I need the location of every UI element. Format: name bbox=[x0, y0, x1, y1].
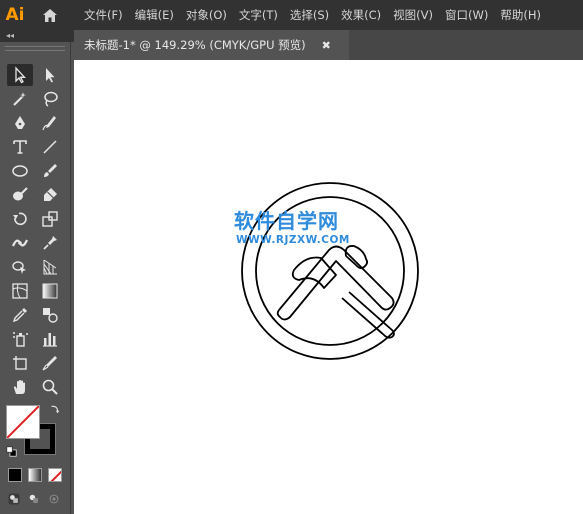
magic-wand-tool-icon[interactable] bbox=[7, 88, 33, 110]
artwork bbox=[241, 182, 419, 360]
swap-fill-stroke-icon[interactable] bbox=[48, 402, 62, 416]
menu-view[interactable]: 视图(V) bbox=[387, 0, 439, 30]
none-icon bbox=[50, 470, 61, 481]
watermark-title: 软件自学网 bbox=[234, 209, 339, 233]
tool-shape bbox=[276, 245, 395, 339]
menu-object[interactable]: 对象(O) bbox=[180, 0, 233, 30]
home-icon[interactable] bbox=[36, 0, 64, 30]
menu-effect[interactable]: 效果(C) bbox=[335, 0, 387, 30]
gradient-tool-icon[interactable] bbox=[37, 280, 63, 302]
symbol-sprayer-tool-icon[interactable] bbox=[7, 328, 33, 350]
default-fill-stroke-icon[interactable] bbox=[4, 444, 18, 458]
scale-tool-icon[interactable] bbox=[37, 208, 63, 230]
artboard-canvas[interactable]: 软件自学网 WWW.RJZXW.COM bbox=[74, 60, 583, 514]
gradient-mode-button[interactable] bbox=[28, 468, 42, 482]
draw-behind-icon[interactable] bbox=[25, 490, 43, 508]
watermark-url: WWW.RJZXW.COM bbox=[236, 234, 350, 246]
menu-items: 文件(F) 编辑(E) 对象(O) 文字(T) 选择(S) 效果(C) 视图(V… bbox=[84, 0, 547, 30]
menu-type[interactable]: 文字(T) bbox=[233, 0, 284, 30]
paintbrush-tool-icon[interactable] bbox=[37, 160, 63, 182]
eraser-tool-icon[interactable] bbox=[37, 184, 63, 206]
document-tab-bar: 未标题-1* @ 149.29% (CMYK/GPU 预览) ✖ bbox=[74, 30, 583, 60]
document-tab[interactable]: 未标题-1* @ 149.29% (CMYK/GPU 预览) ✖ bbox=[74, 30, 349, 60]
shape-builder-tool-icon[interactable] bbox=[7, 256, 33, 278]
none-mode-button[interactable] bbox=[48, 468, 62, 482]
eyedropper-tool-icon[interactable] bbox=[7, 304, 33, 326]
none-fill-icon bbox=[7, 406, 39, 438]
color-mode-button[interactable] bbox=[8, 468, 22, 482]
direct-selection-tool-icon[interactable] bbox=[37, 64, 63, 86]
lasso-tool-icon[interactable] bbox=[37, 88, 63, 110]
mesh-tool-icon[interactable] bbox=[7, 280, 33, 302]
toolbar-collapse-button[interactable]: ◂◂ bbox=[0, 30, 74, 42]
menu-bar: Ai 文件(F) 编辑(E) 对象(O) 文字(T) 选择(S) 效果(C) 视… bbox=[0, 0, 583, 30]
fill-swatch[interactable] bbox=[6, 405, 40, 439]
ellipse-tool-icon[interactable] bbox=[7, 160, 33, 182]
menu-file[interactable]: 文件(F) bbox=[84, 0, 129, 30]
blend-tool-icon[interactable] bbox=[37, 304, 63, 326]
line-segment-tool-icon[interactable] bbox=[37, 136, 63, 158]
rotate-tool-icon[interactable] bbox=[7, 208, 33, 230]
tools-panel bbox=[0, 42, 71, 514]
menu-select[interactable]: 选择(S) bbox=[284, 0, 335, 30]
menu-help[interactable]: 帮助(H) bbox=[494, 0, 547, 30]
selection-tool-icon[interactable] bbox=[7, 64, 33, 86]
toolbar-grip[interactable] bbox=[5, 46, 65, 51]
blob-brush-tool-icon[interactable] bbox=[7, 184, 33, 206]
menu-window[interactable]: 窗口(W) bbox=[439, 0, 494, 30]
width-tool-icon[interactable] bbox=[7, 232, 33, 254]
puppet-warp-tool-icon[interactable] bbox=[37, 232, 63, 254]
draw-inside-icon[interactable] bbox=[45, 490, 63, 508]
menu-edit[interactable]: 编辑(E) bbox=[129, 0, 180, 30]
perspective-grid-tool-icon[interactable] bbox=[37, 256, 63, 278]
curvature-tool-icon[interactable] bbox=[37, 112, 63, 134]
draw-normal-icon[interactable] bbox=[5, 490, 23, 508]
pen-tool-icon[interactable] bbox=[7, 112, 33, 134]
slice-tool-icon[interactable] bbox=[37, 352, 63, 374]
artboard-tool-icon[interactable] bbox=[7, 352, 33, 374]
close-icon[interactable]: ✖ bbox=[322, 39, 331, 52]
column-graph-tool-icon[interactable] bbox=[37, 328, 63, 350]
zoom-tool-icon[interactable] bbox=[37, 376, 63, 398]
document-tab-title: 未标题-1* @ 149.29% (CMYK/GPU 预览) bbox=[84, 38, 306, 52]
hand-tool-icon[interactable] bbox=[7, 376, 33, 398]
type-tool-icon[interactable] bbox=[7, 136, 33, 158]
app-logo: Ai bbox=[0, 0, 30, 30]
